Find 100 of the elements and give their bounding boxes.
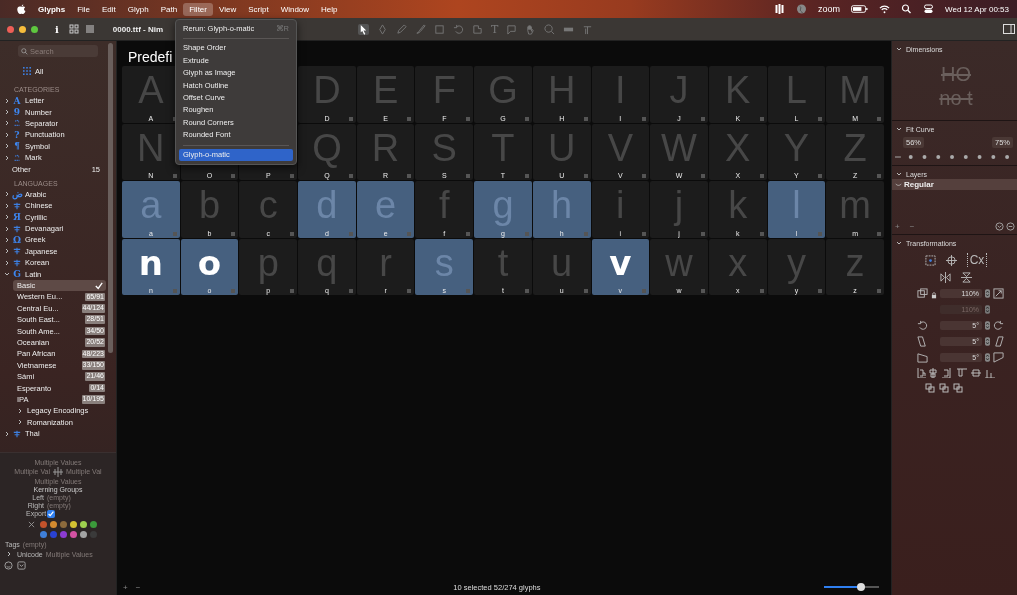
globe-icon[interactable] — [796, 4, 808, 14]
sidebar-toggle-icon[interactable] — [1003, 24, 1015, 34]
color-swatch[interactable] — [60, 520, 67, 528]
info-button[interactable]: i — [55, 23, 59, 35]
chevron-icon[interactable] — [896, 240, 902, 246]
color-swatch[interactable] — [80, 530, 87, 538]
chevron-icon[interactable] — [4, 259, 10, 266]
menu-item[interactable]: Window — [274, 2, 316, 16]
origin-button[interactable]: Cx — [966, 253, 988, 267]
menu-item[interactable]: View — [212, 2, 243, 16]
chevron-icon[interactable] — [4, 225, 10, 232]
slider-thumb[interactable] — [857, 583, 866, 591]
apple-icon[interactable] — [17, 3, 26, 15]
color-swatch[interactable] — [40, 530, 47, 538]
wifi-icon[interactable] — [879, 4, 891, 14]
chevron-icon[interactable] — [17, 407, 23, 414]
chevron-icon[interactable] — [896, 126, 902, 132]
chevron-icon[interactable] — [896, 46, 902, 52]
battery-icon[interactable] — [851, 4, 869, 14]
menu-item[interactable]: Filter — [183, 2, 213, 16]
minus-circle-icon[interactable] — [1006, 222, 1015, 231]
list-view-icon[interactable] — [84, 24, 95, 34]
add-layer-button[interactable]: + — [895, 222, 900, 231]
zoom-slider[interactable] — [824, 583, 879, 591]
remove-layer-button[interactable]: − — [909, 222, 915, 231]
color-swatch[interactable] — [40, 520, 47, 528]
crosshair-icon[interactable] — [945, 254, 957, 266]
menu-item[interactable]: Edit — [96, 2, 122, 16]
stepper-icon[interactable] — [985, 353, 990, 362]
scale-down-icon[interactable] — [917, 288, 928, 299]
dropdown-icon[interactable] — [17, 560, 26, 570]
chevron-icon[interactable] — [896, 171, 902, 177]
lock-icon[interactable] — [931, 292, 937, 299]
status-square-icon — [583, 174, 588, 178]
clear-color-icon[interactable] — [28, 520, 35, 528]
chevron-icon[interactable] — [4, 131, 10, 138]
menu-item[interactable]: Path — [154, 2, 184, 16]
chevron-icon[interactable] — [6, 551, 12, 557]
chevron-icon[interactable] — [17, 419, 23, 426]
color-swatch[interactable] — [80, 520, 87, 528]
slant-right-icon[interactable] — [993, 336, 1004, 347]
chevron-icon[interactable] — [4, 237, 10, 243]
menu-item[interactable]: Glyph — [121, 2, 155, 16]
stepper-icon[interactable] — [985, 305, 990, 314]
measure-tool-icon[interactable] — [582, 23, 594, 35]
scrollbar[interactable] — [108, 43, 113, 353]
flip-vertical-icon[interactable] — [961, 272, 972, 283]
rotate-left-icon[interactable] — [917, 320, 928, 331]
control-center-icon[interactable] — [923, 4, 935, 14]
chevron-icon[interactable] — [4, 271, 10, 278]
skew-right-icon[interactable] — [993, 352, 1004, 363]
add-button[interactable]: + — [123, 582, 128, 592]
stepper-icon[interactable] — [985, 321, 990, 330]
status-square-icon — [348, 289, 353, 293]
color-swatch[interactable] — [70, 520, 77, 528]
boolean-icons-drawing[interactable] — [925, 383, 965, 393]
chevron-icon[interactable] — [4, 143, 10, 150]
pointer-tool-icon[interactable] — [358, 23, 370, 35]
chevron-icon[interactable] — [4, 430, 10, 437]
export-checkbox[interactable] — [47, 509, 55, 518]
rotate-right-icon[interactable] — [993, 320, 1004, 331]
skew-left-icon[interactable] — [917, 352, 928, 363]
chevron-icon[interactable] — [4, 109, 10, 116]
clock[interactable]: Wed 12 Apr 00:53 — [945, 4, 1009, 14]
eye-icon[interactable] — [895, 182, 902, 187]
color-swatch[interactable] — [50, 530, 57, 538]
stepper-icon[interactable] — [985, 337, 990, 346]
color-swatch[interactable] — [50, 520, 57, 528]
status-square-icon — [818, 289, 823, 293]
grid-view-icon[interactable] — [68, 24, 79, 34]
bars-icon[interactable] — [774, 4, 786, 14]
chevron-icon[interactable] — [4, 248, 10, 255]
flip-horizontal-icon[interactable] — [940, 272, 951, 283]
chevron-icon[interactable] — [4, 202, 10, 209]
color-swatch[interactable] — [70, 530, 77, 538]
layer-row[interactable]: Regular — [892, 179, 1017, 190]
minimize-button[interactable] — [19, 25, 26, 33]
bounding-box-icon[interactable] — [924, 254, 936, 266]
close-button[interactable] — [7, 25, 14, 33]
chevron-icon[interactable] — [4, 120, 10, 127]
menu-item[interactable]: Script — [242, 2, 275, 16]
hand-tool-icon[interactable] — [525, 23, 537, 35]
stepper-icon[interactable] — [985, 289, 990, 298]
smiley-icon[interactable] — [4, 560, 13, 570]
chevron-icon[interactable] — [4, 154, 10, 161]
menu-item[interactable]: Help — [315, 2, 344, 16]
search-icon[interactable] — [901, 4, 913, 14]
color-swatch[interactable] — [60, 530, 67, 538]
remove-button[interactable]: − — [135, 582, 141, 592]
zoom-status-item[interactable]: zoom — [818, 4, 841, 14]
scale-up-icon[interactable] — [993, 288, 1004, 299]
zoom-button[interactable] — [31, 25, 38, 33]
chevron-icon[interactable] — [4, 97, 10, 104]
slant-left-icon[interactable] — [917, 336, 928, 347]
chevron-icon[interactable] — [4, 191, 10, 198]
color-swatch[interactable] — [90, 520, 97, 528]
app-menu[interactable]: Glyphs — [38, 4, 66, 14]
menu-item[interactable]: File — [71, 2, 96, 16]
options-icon[interactable] — [995, 222, 1004, 231]
chevron-icon[interactable] — [4, 214, 10, 221]
